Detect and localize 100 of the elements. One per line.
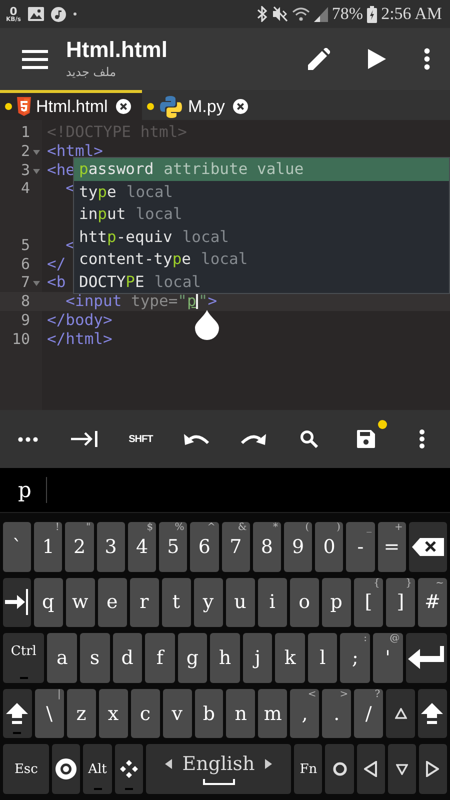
pencil-icon[interactable] (308, 48, 330, 70)
keyboard-key[interactable]: e (98, 578, 127, 628)
arrow-right-key[interactable] (418, 744, 447, 794)
keyboard-key[interactable]: / ? (354, 688, 384, 738)
keyboard-key[interactable]: ` (3, 522, 32, 572)
backspace-icon (412, 538, 444, 556)
keyboard-key[interactable]: i (258, 578, 287, 628)
keyboard-key[interactable]: f (145, 633, 175, 683)
autocomplete-item[interactable]: DOCTYPE local (74, 270, 449, 293)
tab-arrow-icon[interactable] (70, 431, 98, 447)
keyboard-key[interactable]: \ | (34, 688, 64, 738)
keyboard-key[interactable]: # ~ (418, 578, 447, 628)
enter-key[interactable] (406, 633, 447, 683)
keyboard-key[interactable]: s (80, 633, 110, 683)
autocomplete-item[interactable]: http-equiv local (74, 226, 449, 248)
keyboard-key[interactable]: 7 & (222, 522, 250, 572)
backspace-key[interactable] (408, 522, 447, 572)
autocomplete-item[interactable]: input local (74, 203, 449, 226)
keyboard-key[interactable]: ' @ (373, 633, 403, 683)
keyboard-key[interactable]: x (98, 688, 128, 738)
keyboard-key[interactable]: c (130, 688, 160, 738)
keyboard-key[interactable]: d (112, 633, 142, 683)
file-tab[interactable]: Html.html (0, 90, 142, 120)
keyboard-key[interactable]: h (210, 633, 240, 683)
fold-arrow-icon[interactable] (32, 281, 40, 286)
circle-key[interactable] (325, 744, 354, 794)
keyboard-key[interactable]: 8 * (252, 522, 281, 572)
keyboard-key[interactable]: ] } (386, 578, 415, 628)
search-icon[interactable] (300, 430, 318, 448)
keyboard-key[interactable]: w (66, 578, 95, 628)
html-file-icon (17, 97, 31, 116)
redo-icon[interactable] (240, 432, 266, 446)
keyboard-key[interactable]: = + (378, 522, 406, 572)
keyboard-key[interactable]: - _ (346, 522, 375, 572)
keyboard-key[interactable]: 4 $ (128, 522, 156, 572)
keyboard-key[interactable]: a (47, 633, 77, 683)
esc-key[interactable]: Esc (3, 744, 50, 794)
undo-icon[interactable] (184, 432, 210, 446)
keyboard-key[interactable]: 1 ! (34, 522, 62, 572)
fold-arrow-icon[interactable] (32, 168, 40, 174)
autocomplete-item[interactable]: password attribute value (74, 158, 449, 180)
more-icon[interactable] (18, 436, 38, 442)
autocomplete-item[interactable]: content-type local (74, 248, 449, 270)
more-options-icon[interactable] (424, 48, 430, 70)
ctrl-key[interactable]: Ctrl (3, 633, 44, 683)
file-tab[interactable]: M.py (142, 90, 254, 120)
keyboard-key[interactable]: r (130, 578, 159, 628)
shift-key[interactable] (418, 688, 447, 738)
code-line: <he (46, 160, 75, 180)
alt-key[interactable]: Alt (83, 744, 112, 794)
keyboard-key[interactable]: g (178, 633, 208, 683)
keyboard-key[interactable]: 9 ( (284, 522, 312, 572)
keyboard-key[interactable]: t (162, 578, 191, 628)
play-icon[interactable] (368, 49, 386, 69)
signal-icon (314, 6, 328, 22)
tab-key[interactable] (3, 578, 31, 628)
shift-key[interactable] (3, 688, 32, 738)
cursor-handle[interactable] (195, 310, 219, 340)
keyboard-key[interactable]: ; : (340, 633, 370, 683)
close-icon[interactable] (116, 99, 131, 114)
dpad-key[interactable] (114, 744, 143, 794)
settings-key[interactable] (52, 744, 80, 794)
shift-button[interactable]: SHFT (126, 432, 155, 446)
keyboard-key[interactable]: n (226, 688, 256, 738)
keyboard-key[interactable]: 3 (96, 522, 125, 572)
keyboard-key[interactable]: b (194, 688, 224, 738)
menu-icon[interactable] (22, 49, 48, 69)
autocomplete-item[interactable]: type local (74, 180, 449, 203)
ring-icon (55, 758, 78, 780)
keyboard-key[interactable]: q (34, 578, 63, 628)
keyboard-key[interactable]: o (290, 578, 319, 628)
fn-key[interactable]: Fn (294, 744, 322, 794)
keyboard-key[interactable]: u (226, 578, 255, 628)
arrow-up-key[interactable] (386, 688, 415, 738)
keyboard-key[interactable]: 0 ) (315, 522, 344, 572)
keyboard-key[interactable]: v (162, 688, 192, 738)
keyboard-key[interactable]: m (258, 688, 288, 738)
close-icon[interactable] (232, 99, 248, 114)
keyboard-key[interactable]: j (242, 633, 272, 683)
suggestion-word[interactable]: p (18, 478, 32, 502)
keyboard-key[interactable]: 6 ^ (190, 522, 219, 572)
fold-arrow-icon[interactable] (32, 150, 40, 155)
key-hint: & (238, 523, 247, 533)
network-speed: 0 (10, 6, 18, 16)
arrow-left-key[interactable] (356, 744, 385, 794)
left-triangle-icon (165, 759, 172, 770)
more-options-icon[interactable] (418, 429, 425, 449)
save-icon[interactable] (356, 430, 375, 448)
keyboard-key[interactable]: 5 % (159, 522, 188, 572)
keyboard-key[interactable]: . > (322, 688, 352, 738)
keyboard-key[interactable]: y (194, 578, 223, 628)
arrow-down-key[interactable] (388, 744, 416, 794)
space-key[interactable]: English (146, 744, 292, 794)
keyboard-key[interactable]: , < (290, 688, 320, 738)
keyboard-key[interactable]: [ { (354, 578, 383, 628)
keyboard-key[interactable]: k (275, 633, 305, 683)
keyboard-key[interactable]: p (322, 578, 351, 628)
keyboard-key[interactable]: l (308, 633, 338, 683)
keyboard-key[interactable]: z (66, 688, 96, 738)
keyboard-key[interactable]: 2 " (65, 522, 94, 572)
